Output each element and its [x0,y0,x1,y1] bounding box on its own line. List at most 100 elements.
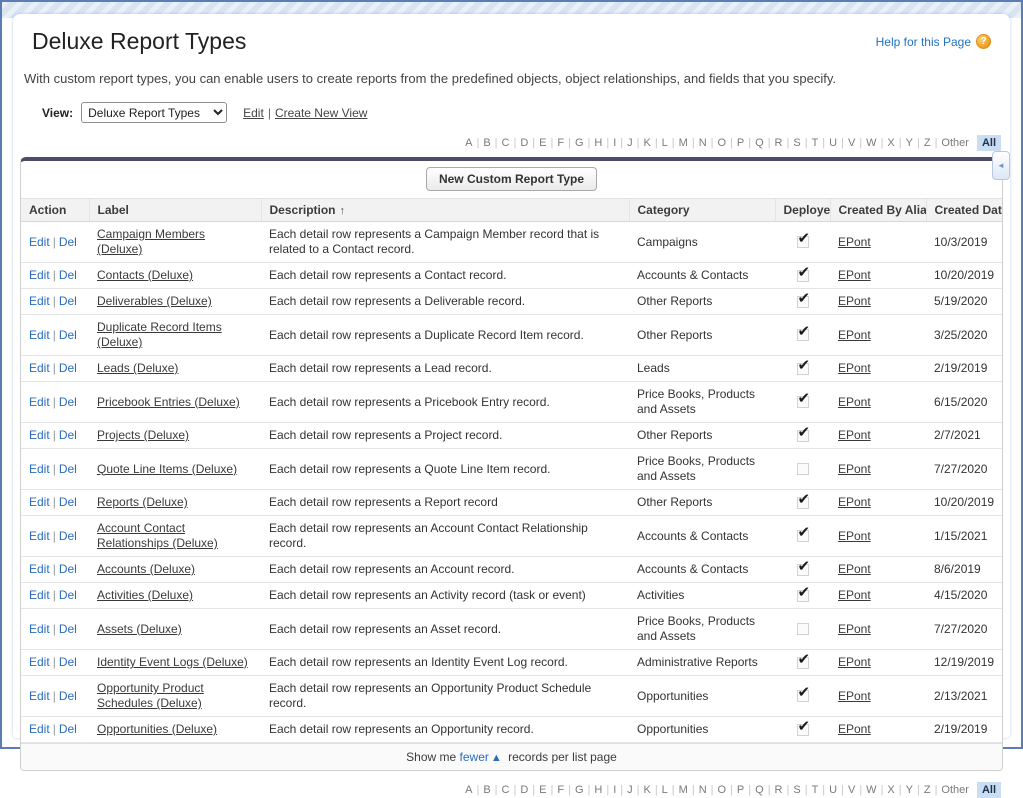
report-type-link[interactable]: Identity Event Logs (Deluxe) [97,655,248,669]
edit-link[interactable]: Edit [29,361,50,375]
alphabet-filter-u[interactable]: U [827,783,839,797]
alphabet-filter-a[interactable]: A [463,136,474,150]
alphabet-filter-n[interactable]: N [697,783,709,797]
report-type-link[interactable]: Leads (Deluxe) [97,361,178,375]
report-type-link[interactable]: Deliverables (Deluxe) [97,294,212,308]
created-by-alias-link[interactable]: EPont [838,268,871,282]
report-type-link[interactable]: Campaign Members (Deluxe) [97,227,205,256]
alphabet-filter-i[interactable]: I [611,136,618,150]
alphabet-filter-q[interactable]: Q [753,136,766,150]
alphabet-filter-n[interactable]: N [697,136,709,150]
view-select[interactable]: Deluxe Report Types [81,102,227,123]
report-type-link[interactable]: Projects (Deluxe) [97,428,189,442]
column-header-label[interactable]: Label [89,199,261,222]
alphabet-filter-all[interactable]: All [977,135,1001,151]
alphabet-filter-w[interactable]: W [864,783,878,797]
alphabet-filter-z[interactable]: Z [922,136,933,150]
alphabet-filter-c[interactable]: C [500,136,512,150]
alphabet-filter-c[interactable]: C [500,783,512,797]
alphabet-filter-j[interactable]: J [625,783,635,797]
alphabet-filter-h[interactable]: H [592,136,604,150]
del-link[interactable]: Del [59,622,77,636]
created-by-alias-link[interactable]: EPont [838,622,871,636]
help-question-icon[interactable]: ? [976,34,991,49]
edit-link[interactable]: Edit [29,655,50,669]
alphabet-filter-d[interactable]: D [518,136,530,150]
edit-link[interactable]: Edit [29,462,50,476]
alphabet-filter-r[interactable]: R [773,783,785,797]
created-by-alias-link[interactable]: EPont [838,495,871,509]
alphabet-filter-w[interactable]: W [864,136,878,150]
alphabet-filter-b[interactable]: B [481,136,492,150]
alphabet-filter-y[interactable]: Y [904,783,915,797]
created-by-alias-link[interactable]: EPont [838,655,871,669]
alphabet-filter-v[interactable]: V [846,783,857,797]
created-by-alias-link[interactable]: EPont [838,588,871,602]
alphabet-filter-other[interactable]: Other [939,136,971,150]
column-header-created-date[interactable]: Created Date [926,199,1003,222]
alphabet-filter-i[interactable]: I [611,783,618,797]
edit-link[interactable]: Edit [29,428,50,442]
del-link[interactable]: Del [59,395,77,409]
del-link[interactable]: Del [59,588,77,602]
edit-link[interactable]: Edit [29,328,50,342]
alphabet-filter-m[interactable]: M [677,783,690,797]
alphabet-filter-k[interactable]: K [641,783,652,797]
del-link[interactable]: Del [59,462,77,476]
del-link[interactable]: Del [59,428,77,442]
show-fewer-link[interactable]: fewer▲ [460,750,505,764]
created-by-alias-link[interactable]: EPont [838,328,871,342]
edit-link[interactable]: Edit [29,622,50,636]
alphabet-filter-p[interactable]: P [735,136,746,150]
alphabet-filter-j[interactable]: J [625,136,635,150]
edit-link[interactable]: Edit [29,722,50,736]
column-header-description[interactable]: Description↑ [261,199,629,222]
new-custom-report-type-button[interactable]: New Custom Report Type [426,167,597,191]
alphabet-filter-e[interactable]: E [537,136,548,150]
created-by-alias-link[interactable]: EPont [838,235,871,249]
help-for-this-page-link[interactable]: Help for this Page ? [876,34,991,49]
alphabet-filter-t[interactable]: T [810,783,821,797]
alphabet-filter-g[interactable]: G [573,783,586,797]
report-type-link[interactable]: Opportunities (Deluxe) [97,722,217,736]
created-by-alias-link[interactable]: EPont [838,689,871,703]
alphabet-filter-h[interactable]: H [592,783,604,797]
column-header-created-by-alias[interactable]: Created By Alias [830,199,926,222]
alphabet-filter-y[interactable]: Y [904,136,915,150]
alphabet-filter-u[interactable]: U [827,136,839,150]
column-header-action[interactable]: Action [21,199,89,222]
report-type-link[interactable]: Contacts (Deluxe) [97,268,193,282]
edit-link[interactable]: Edit [29,562,50,576]
del-link[interactable]: Del [59,235,77,249]
del-link[interactable]: Del [59,268,77,282]
column-header-category[interactable]: Category [629,199,775,222]
alphabet-filter-p[interactable]: P [735,783,746,797]
report-type-link[interactable]: Opportunity Product Schedules (Deluxe) [97,681,204,710]
created-by-alias-link[interactable]: EPont [838,395,871,409]
alphabet-filter-all[interactable]: All [977,782,1001,798]
alphabet-filter-o[interactable]: O [716,783,729,797]
del-link[interactable]: Del [59,495,77,509]
alphabet-filter-e[interactable]: E [537,783,548,797]
del-link[interactable]: Del [59,562,77,576]
edit-link[interactable]: Edit [29,529,50,543]
alphabet-filter-q[interactable]: Q [753,783,766,797]
alphabet-filter-f[interactable]: F [555,783,566,797]
alphabet-filter-l[interactable]: L [660,783,670,797]
report-type-link[interactable]: Quote Line Items (Deluxe) [97,462,237,476]
column-header-deployed[interactable]: Deployed [775,199,830,222]
del-link[interactable]: Del [59,689,77,703]
alphabet-filter-v[interactable]: V [846,136,857,150]
alphabet-filter-t[interactable]: T [810,136,821,150]
del-link[interactable]: Del [59,722,77,736]
report-type-link[interactable]: Reports (Deluxe) [97,495,188,509]
alphabet-filter-s[interactable]: S [791,136,802,150]
edit-view-link[interactable]: Edit [243,106,264,120]
alphabet-filter-b[interactable]: B [481,783,492,797]
alphabet-filter-s[interactable]: S [791,783,802,797]
edit-link[interactable]: Edit [29,235,50,249]
alphabet-filter-z[interactable]: Z [922,783,933,797]
alphabet-filter-x[interactable]: X [885,783,896,797]
edit-link[interactable]: Edit [29,588,50,602]
created-by-alias-link[interactable]: EPont [838,562,871,576]
